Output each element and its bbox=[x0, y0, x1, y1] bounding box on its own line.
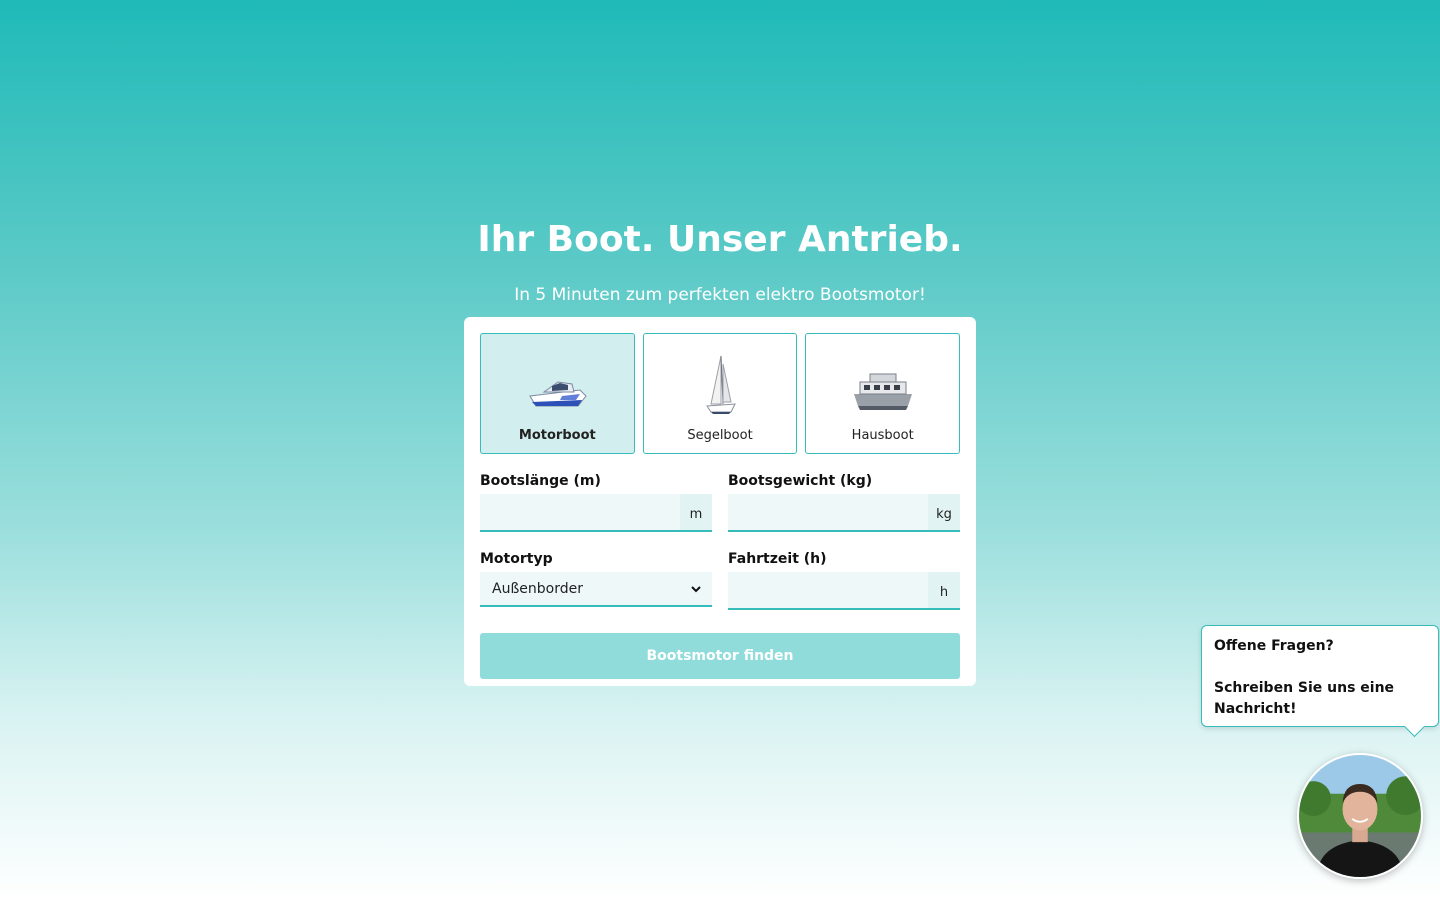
boat-type-selector: Motorboot Segelboot Hausboot bbox=[480, 333, 961, 454]
weight-field: Bootsgewicht (kg) kg bbox=[728, 472, 960, 532]
length-input-wrap: m bbox=[480, 494, 712, 532]
weight-label: Bootsgewicht (kg) bbox=[728, 473, 873, 489]
motor-type-value: Außenborder bbox=[492, 580, 583, 597]
motor-type-field: Motortyp Außenborder bbox=[480, 550, 712, 610]
motorboat-icon bbox=[529, 381, 587, 407]
hero: Ihr Boot. Unser Antrieb. In 5 Minuten zu… bbox=[0, 218, 1440, 306]
boat-type-motorboot[interactable]: Motorboot bbox=[480, 333, 635, 454]
weight-input-wrap: kg bbox=[728, 494, 960, 532]
boat-form: Bootslänge (m) m Bootsgewicht (kg) kg Mo… bbox=[480, 472, 960, 628]
weight-input[interactable] bbox=[728, 494, 928, 530]
chat-avatar[interactable] bbox=[1297, 753, 1423, 879]
duration-unit: h bbox=[928, 572, 960, 608]
length-field: Bootslänge (m) m bbox=[480, 472, 712, 532]
chat-line-invite: Schreiben Sie uns eine bbox=[1214, 680, 1395, 696]
boat-type-hausboot[interactable]: Hausboot bbox=[805, 333, 961, 454]
page-subtitle: In 5 Minuten zum perfekten elektro Boots… bbox=[514, 285, 926, 305]
chat-line-question: Offene Fragen? bbox=[1214, 638, 1334, 654]
duration-field: Fahrtzeit (h) h bbox=[728, 550, 960, 610]
duration-label: Fahrtzeit (h) bbox=[728, 551, 827, 567]
find-motor-button[interactable]: Bootsmotor finden bbox=[480, 633, 960, 679]
configurator-card: Motorboot Segelboot Hausboot Bootslänge … bbox=[464, 317, 976, 686]
chat-line-message: Nachricht! bbox=[1214, 701, 1297, 717]
boat-type-label: Segelboot bbox=[687, 428, 753, 443]
chevron-down-icon bbox=[691, 585, 701, 592]
person-avatar-icon bbox=[1299, 755, 1421, 877]
duration-input[interactable] bbox=[728, 572, 928, 608]
houseboat-icon bbox=[853, 373, 912, 410]
length-unit: m bbox=[680, 494, 712, 530]
length-input[interactable] bbox=[480, 494, 680, 530]
page-title: Ihr Boot. Unser Antrieb. bbox=[477, 219, 963, 260]
sailboat-icon bbox=[706, 355, 736, 414]
duration-input-wrap: h bbox=[728, 572, 960, 610]
chat-bubble[interactable]: Offene Fragen? Schreiben Sie uns eine Na… bbox=[1201, 625, 1439, 727]
length-label: Bootslänge (m) bbox=[480, 473, 601, 489]
motor-type-select[interactable]: Außenborder bbox=[480, 572, 712, 607]
boat-type-label: Hausboot bbox=[851, 428, 914, 443]
boat-type-label: Motorboot bbox=[518, 428, 596, 443]
motor-type-label: Motortyp bbox=[480, 551, 553, 567]
boat-type-segelboot[interactable]: Segelboot bbox=[642, 333, 798, 454]
weight-unit: kg bbox=[928, 494, 960, 530]
